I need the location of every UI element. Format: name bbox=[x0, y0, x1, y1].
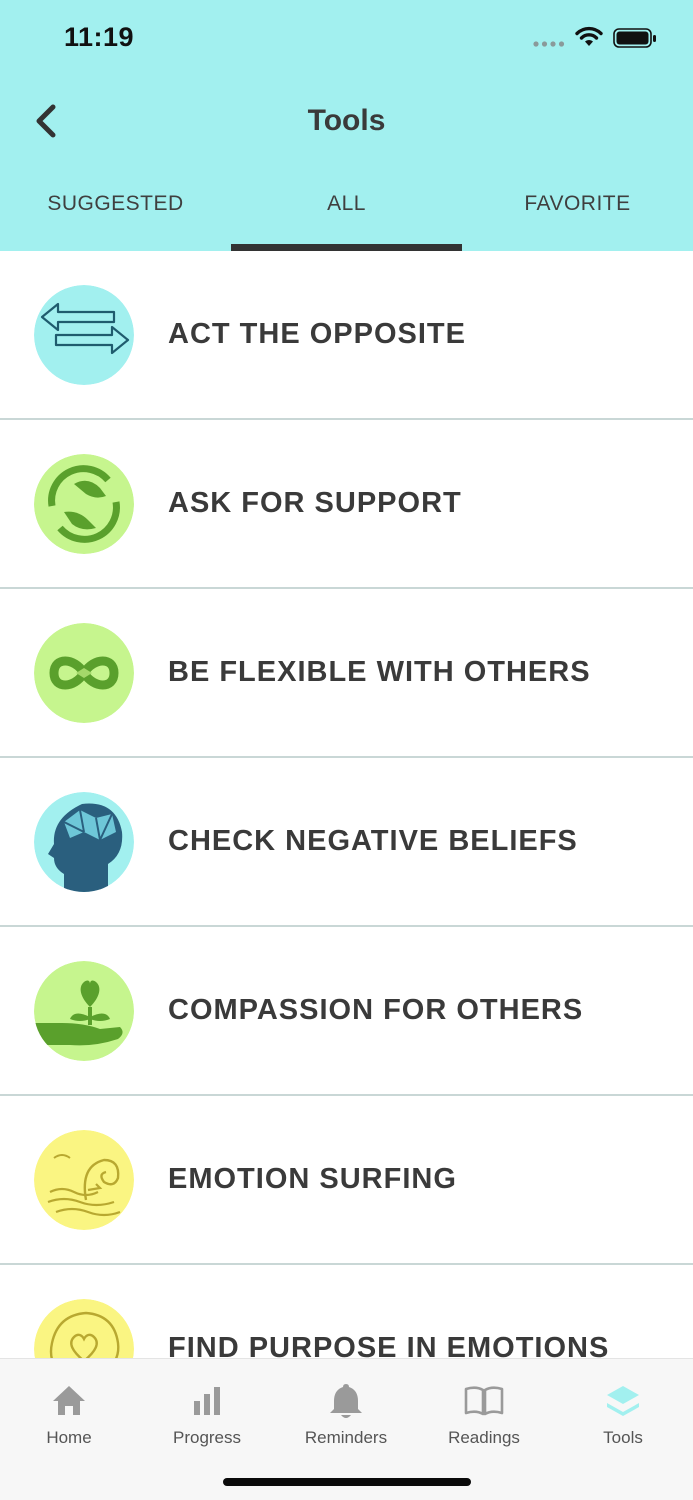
tabbar-item-reminders[interactable]: Reminders bbox=[277, 1381, 415, 1448]
home-indicator bbox=[223, 1478, 471, 1486]
tool-item-be-flexible-with-others[interactable]: BE FLEXIBLE WITH OTHERS bbox=[0, 589, 693, 758]
status-time: 11:19 bbox=[64, 22, 135, 52]
tool-label: BE FLEXIBLE WITH OTHERS bbox=[168, 656, 591, 688]
tool-label: ASK FOR SUPPORT bbox=[168, 487, 462, 519]
signal-icon bbox=[533, 41, 565, 47]
wave-surfer-icon bbox=[34, 1130, 134, 1230]
tabbar-item-tools[interactable]: Tools bbox=[554, 1381, 692, 1448]
layers-icon bbox=[607, 1386, 639, 1416]
tool-label: COMPASSION FOR OTHERS bbox=[168, 994, 584, 1026]
tab-all[interactable]: ALL bbox=[231, 192, 462, 216]
tool-label: CHECK NEGATIVE BELIEFS bbox=[168, 825, 578, 857]
battery-icon bbox=[613, 28, 656, 48]
bar-chart-icon bbox=[194, 1387, 220, 1415]
wifi-icon bbox=[575, 26, 603, 46]
bell-icon bbox=[330, 1384, 362, 1418]
tool-item-ask-for-support[interactable]: ASK FOR SUPPORT bbox=[0, 420, 693, 589]
header: 11:19 Tools SUGGESTED ALL FAVORITE bbox=[0, 0, 693, 251]
tool-label: EMOTION SURFING bbox=[168, 1163, 457, 1195]
tabbar-item-readings[interactable]: Readings bbox=[415, 1381, 553, 1448]
tool-item-act-the-opposite[interactable]: ACT THE OPPOSITE bbox=[0, 251, 693, 420]
tabbar-item-home[interactable]: Home bbox=[0, 1381, 138, 1448]
tabbar-label: Tools bbox=[603, 1428, 643, 1447]
tabbar-label: Home bbox=[46, 1428, 92, 1447]
hand-heart-plant-icon bbox=[34, 961, 134, 1061]
tab-suggested[interactable]: SUGGESTED bbox=[0, 192, 231, 216]
active-tab-indicator bbox=[231, 244, 462, 251]
tabbar-label: Progress bbox=[172, 1428, 242, 1447]
tool-label: ACT THE OPPOSITE bbox=[168, 318, 466, 350]
tool-item-check-negative-beliefs[interactable]: CHECK NEGATIVE BELIEFS bbox=[0, 758, 693, 927]
support-hands-icon bbox=[34, 454, 134, 554]
tab-favorite[interactable]: FAVORITE bbox=[462, 192, 693, 216]
tabbar-label: Readings bbox=[448, 1428, 520, 1447]
home-icon bbox=[53, 1386, 85, 1415]
opposite-arrows-icon bbox=[34, 285, 134, 385]
tool-item-compassion-for-others[interactable]: COMPASSION FOR OTHERS bbox=[0, 927, 693, 1096]
page-title: Tools bbox=[307, 104, 386, 137]
tabbar-label: Reminders bbox=[304, 1428, 388, 1447]
tabbar-item-progress[interactable]: Progress bbox=[138, 1381, 276, 1448]
infinity-handshake-icon bbox=[34, 623, 134, 723]
tool-item-emotion-surfing[interactable]: EMOTION SURFING bbox=[0, 1096, 693, 1265]
head-brain-icon bbox=[34, 792, 134, 892]
book-icon bbox=[464, 1386, 504, 1416]
